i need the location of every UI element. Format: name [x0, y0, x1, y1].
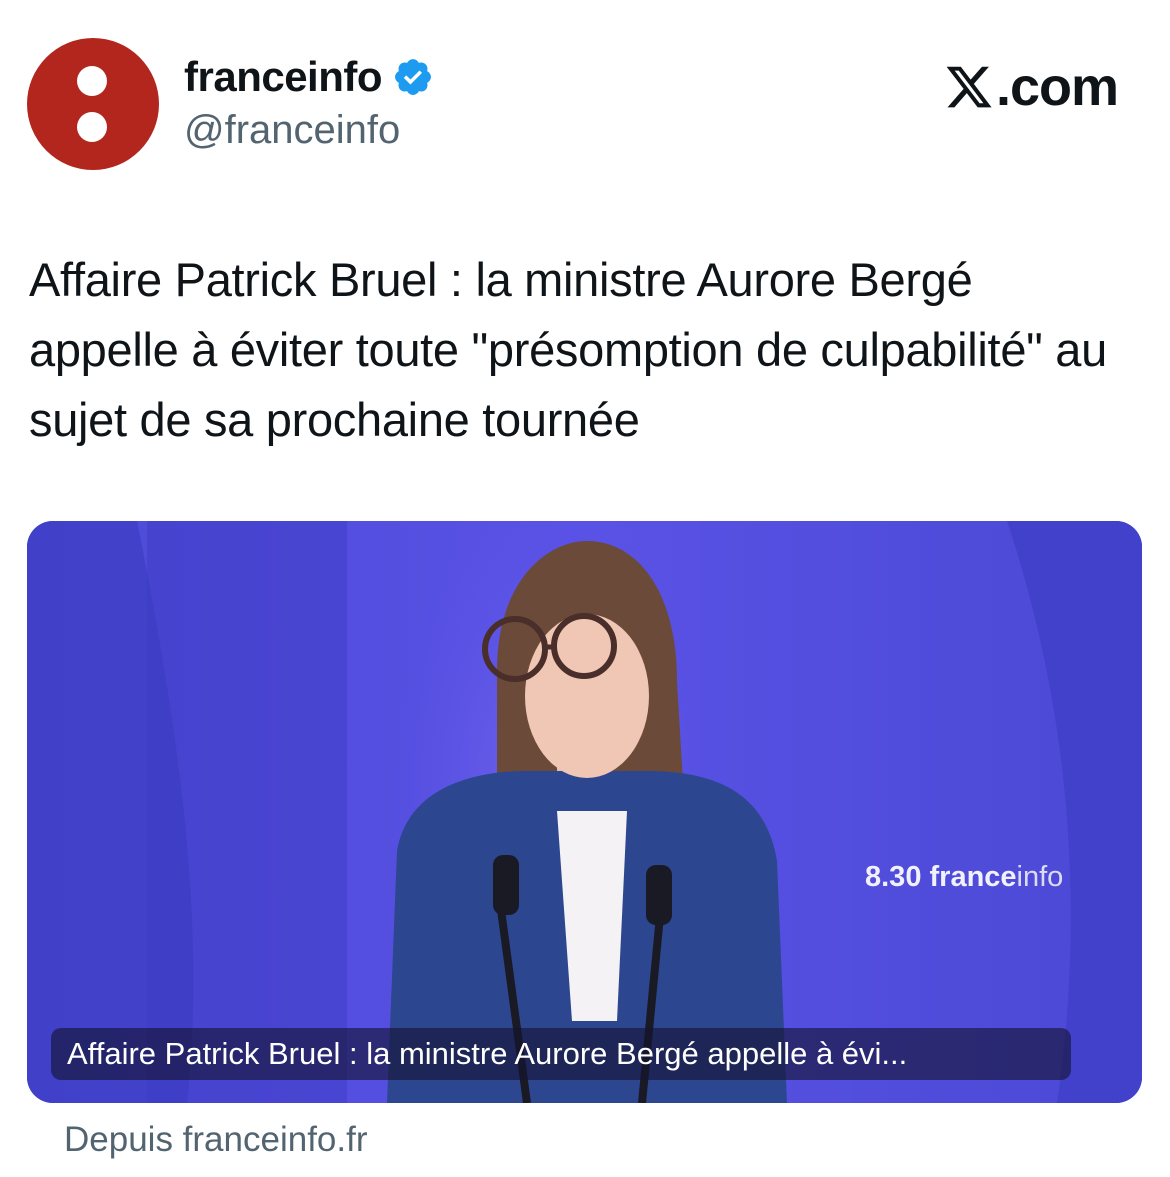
account-handle[interactable]: @franceinfo: [184, 108, 400, 153]
avatar-dot-top: [77, 66, 107, 96]
site-label-text: .com: [995, 57, 1119, 117]
media-caption[interactable]: Affaire Patrick Bruel : la ministre Auro…: [51, 1028, 1071, 1080]
channel-watermark: 8.30 franceinfo: [865, 861, 1063, 894]
watermark-light: info: [1016, 861, 1064, 893]
avatar-dot-bottom: [77, 112, 107, 142]
verified-badge-icon: [392, 56, 434, 98]
display-name[interactable]: franceinfo: [184, 53, 383, 101]
watermark-bold: 8.30 france: [865, 861, 1017, 893]
tweet-text: Affaire Patrick Bruel : la ministre Auro…: [29, 253, 1107, 446]
display-name-row: franceinfo: [184, 52, 434, 102]
x-logo-icon: [944, 62, 994, 112]
link-card-media[interactable]: 8.30 franceinfo Affaire Patrick Bruel : …: [27, 521, 1142, 1103]
link-source[interactable]: Depuis franceinfo.fr: [64, 1120, 367, 1160]
avatar[interactable]: [27, 38, 159, 170]
video-thumbnail: [27, 521, 1142, 1103]
site-label: .com: [944, 56, 1119, 118]
